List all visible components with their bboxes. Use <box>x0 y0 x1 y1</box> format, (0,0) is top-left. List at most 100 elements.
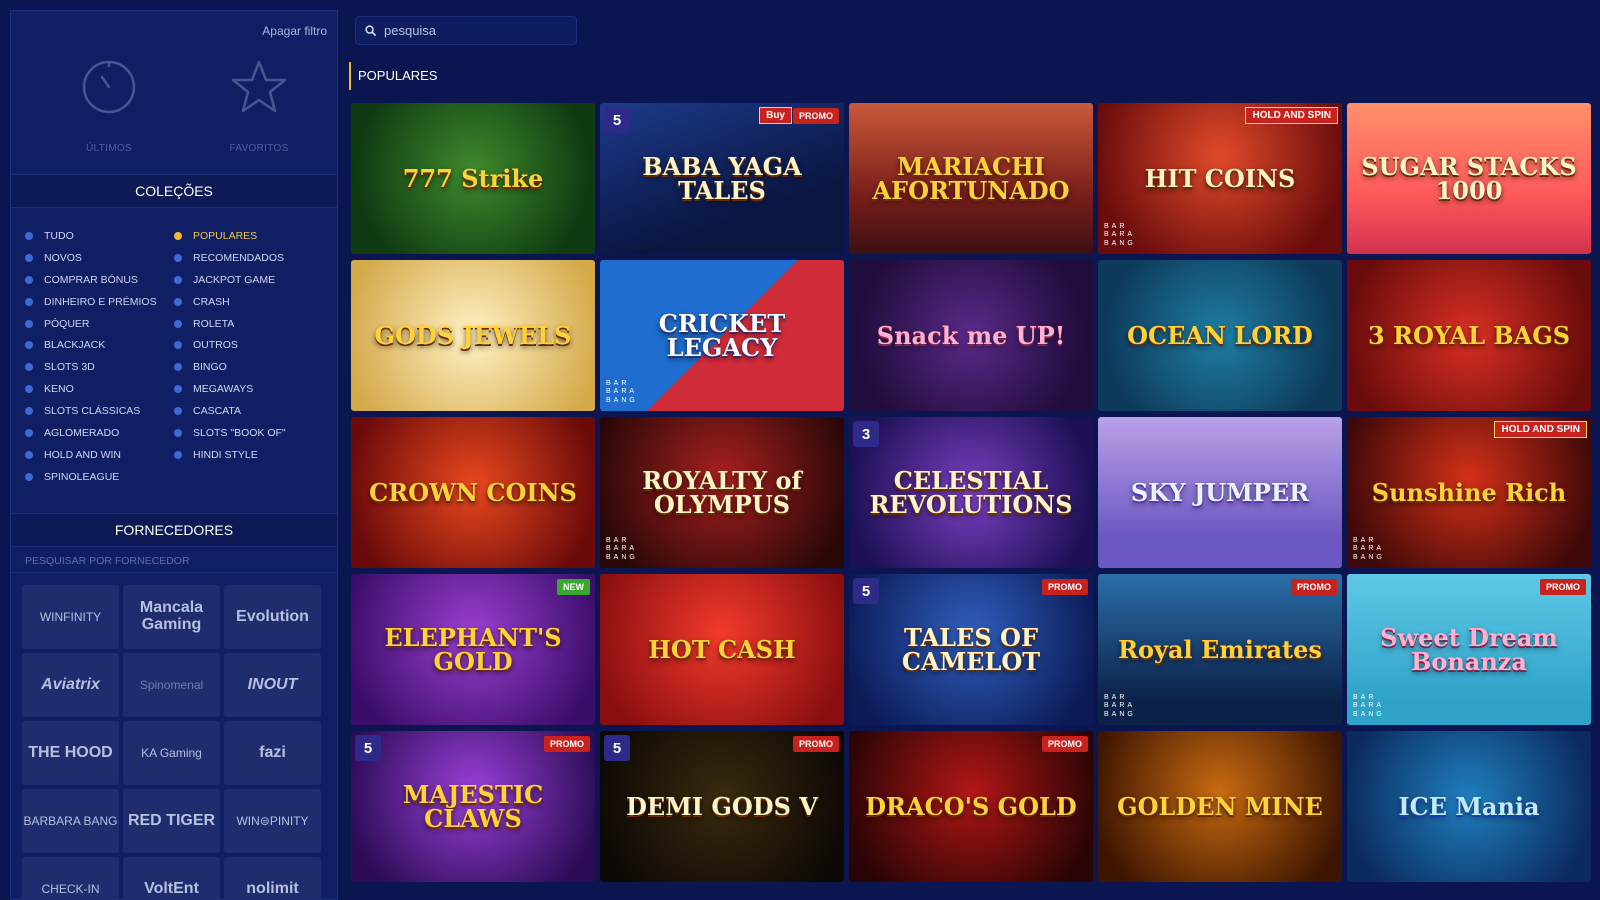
search-input[interactable] <box>384 23 564 38</box>
game-title: MAJESTIC CLAWS <box>402 779 544 833</box>
bullet-icon <box>174 407 182 416</box>
game-tile[interactable]: ROYALTY of OLYMPUS BAR BARA BANG <box>600 417 844 568</box>
game-tile[interactable]: Sunshine Rich HOLD AND SPIN BAR BARA BANG <box>1347 417 1591 568</box>
game-tile[interactable]: 3 ROYAL BAGS <box>1347 260 1591 411</box>
favorites-button[interactable]: FAVORITOS <box>219 59 299 154</box>
collection-item[interactable]: ROLETA <box>174 313 286 335</box>
collection-item[interactable]: HOLD AND WIN <box>25 444 157 466</box>
game-tile[interactable]: BABA YAGA TALES 5 Buy PROMO <box>600 103 844 254</box>
games-grid: 777 Strike BABA YAGA TALES 5 Buy PROMO MARIAC… <box>351 103 1600 882</box>
collection-item[interactable]: TUDO <box>25 225 157 247</box>
collection-label: HOLD AND WIN <box>44 448 122 461</box>
collection-item[interactable]: SPINOLEAGUE <box>25 466 157 488</box>
game-tile[interactable]: GODS JEWELS <box>351 260 595 411</box>
collection-label: KENO <box>44 383 74 396</box>
provider-logo[interactable]: VoltEnt <box>123 857 220 899</box>
provider-search-input[interactable]: PESQUISAR POR FORNECEDOR <box>25 555 190 567</box>
collection-item[interactable]: NOVOS <box>25 247 157 269</box>
filters-sidebar: Apagar filtro ÚLTIMOS FAVORITOS COLEÇÕES… <box>10 10 338 900</box>
collection-label: AGLOMERADO <box>44 426 120 439</box>
game-tile[interactable]: CROWN COINS <box>351 417 595 568</box>
provider-logo[interactable]: THE HOOD <box>22 721 119 785</box>
game-tile[interactable]: DRACO'S GOLD PROMO <box>849 731 1093 882</box>
provider-logo[interactable]: Mancala Gaming <box>123 585 220 649</box>
game-title: 777 Strike <box>402 163 544 193</box>
game-tile[interactable]: Royal Emirates PROMO BAR BARA BANG <box>1098 574 1342 725</box>
game-tile[interactable]: MARIACHI AFORTUNADO <box>849 103 1093 254</box>
collection-item[interactable]: BLACKJACK <box>25 334 157 356</box>
collection-item[interactable]: SLOTS "BOOK OF" <box>174 422 286 444</box>
provider-logo[interactable]: fazi <box>224 721 321 785</box>
game-title: Snack me UP! <box>876 320 1066 350</box>
provider-logo[interactable]: Evolution <box>224 585 321 649</box>
collection-item[interactable]: KENO <box>25 378 157 400</box>
game-tile[interactable]: TALES OF CAMELOT 5 PROMO <box>849 574 1093 725</box>
bullet-icon <box>174 231 182 240</box>
search-icon <box>365 25 376 36</box>
game-tile[interactable]: DEMI GODS V 5 PROMO <box>600 731 844 882</box>
game-tile[interactable]: 777 Strike <box>351 103 595 254</box>
collection-item[interactable]: CASCATA <box>174 400 286 422</box>
studio-logo: BAR BARA BANG <box>1104 693 1136 718</box>
collection-label: CRASH <box>193 295 230 308</box>
collection-item[interactable]: MEGAWAYS <box>174 378 286 400</box>
game-title: ICE Mania <box>1398 791 1540 821</box>
section-title: POPULARES <box>349 62 437 90</box>
game-tile[interactable]: ELEPHANT'S GOLD NEW <box>351 574 595 725</box>
bullet-icon <box>25 407 33 416</box>
provider-logo[interactable]: WIN⊜PINITY <box>224 789 321 853</box>
collection-item[interactable]: RECOMENDADOS <box>174 247 286 269</box>
game-tile[interactable]: HOT CASH <box>600 574 844 725</box>
collection-item[interactable]: COMPRAR BÓNUS <box>25 269 157 291</box>
collection-item[interactable]: BINGO <box>174 356 286 378</box>
favorites-label: FAVORITOS <box>229 143 289 154</box>
game-tile[interactable]: Snack me UP! <box>849 260 1093 411</box>
studio-logo: BAR BARA BANG <box>1104 222 1136 247</box>
provider-logo[interactable]: KA Gaming <box>123 721 220 785</box>
game-tile[interactable]: HIT COINS HOLD AND SPIN BAR BARA BANG <box>1098 103 1342 254</box>
game-tile[interactable]: MAJESTIC CLAWS 5 PROMO <box>351 731 595 882</box>
bullet-icon <box>174 253 182 262</box>
feature-strip: HOLD AND SPIN <box>1494 421 1587 438</box>
game-tile[interactable]: ICE Mania <box>1347 731 1591 882</box>
collections-heading: COLEÇÕES <box>11 174 337 208</box>
collection-item[interactable]: DINHEIRO E PRÉMIOS <box>25 291 157 313</box>
provider-logo[interactable]: nolimit <box>224 857 321 899</box>
collection-item[interactable]: AGLOMERADO <box>25 422 157 444</box>
collection-item[interactable]: HINDI STYLE <box>174 444 286 466</box>
game-title: TALES OF CAMELOT <box>901 622 1041 676</box>
collection-item[interactable]: JACKPOT GAME <box>174 269 286 291</box>
provider-logo[interactable]: Aviatrix <box>22 653 119 717</box>
collection-item[interactable]: SLOTS CLÁSSICAS <box>25 400 157 422</box>
provider-logo[interactable]: WINFINITY <box>22 585 119 649</box>
collection-label: ROLETA <box>193 317 235 330</box>
game-title: GODS JEWELS <box>374 320 572 350</box>
game-tile[interactable]: GOLDEN MINE <box>1098 731 1342 882</box>
collection-label: SLOTS "BOOK OF" <box>193 426 286 439</box>
bullet-icon <box>25 297 33 306</box>
collection-item[interactable]: PÓQUER <box>25 313 157 335</box>
bullet-icon <box>25 450 33 459</box>
game-title: BABA YAGA TALES <box>642 151 802 205</box>
game-search[interactable] <box>355 16 577 45</box>
game-title: Sunshine Rich <box>1371 477 1567 507</box>
provider-logo[interactable]: INOUT <box>224 653 321 717</box>
collection-item[interactable]: CRASH <box>174 291 286 313</box>
game-tile[interactable]: SKY JUMPER <box>1098 417 1342 568</box>
game-tile[interactable]: CELESTIAL REVOLUTIONS 3 <box>849 417 1093 568</box>
provider-logo[interactable]: CHECK-IN <box>22 857 119 899</box>
game-tile[interactable]: OCEAN LORD <box>1098 260 1342 411</box>
provider-logo[interactable]: RED TIGER <box>123 789 220 853</box>
provider-logo[interactable]: BARBARA BANG <box>22 789 119 853</box>
recent-games-button[interactable]: ÚLTIMOS <box>69 59 149 154</box>
collection-item[interactable]: SLOTS 3D <box>25 356 157 378</box>
clear-filter-link[interactable]: Apagar filtro <box>262 24 327 38</box>
collection-item[interactable]: POPULARES <box>174 225 286 247</box>
game-tile[interactable]: Sweet Dream Bonanza PROMO BAR BARA BANG <box>1347 574 1591 725</box>
game-tile[interactable]: CRICKET LEGACY BAR BARA BANG <box>600 260 844 411</box>
collection-item[interactable]: OUTROS <box>174 334 286 356</box>
provider-logo[interactable]: Spinomenal <box>123 653 220 717</box>
collection-label: CASCATA <box>193 405 242 418</box>
collection-label: SLOTS CLÁSSICAS <box>44 405 141 418</box>
game-tile[interactable]: SUGAR STACKS 1000 <box>1347 103 1591 254</box>
